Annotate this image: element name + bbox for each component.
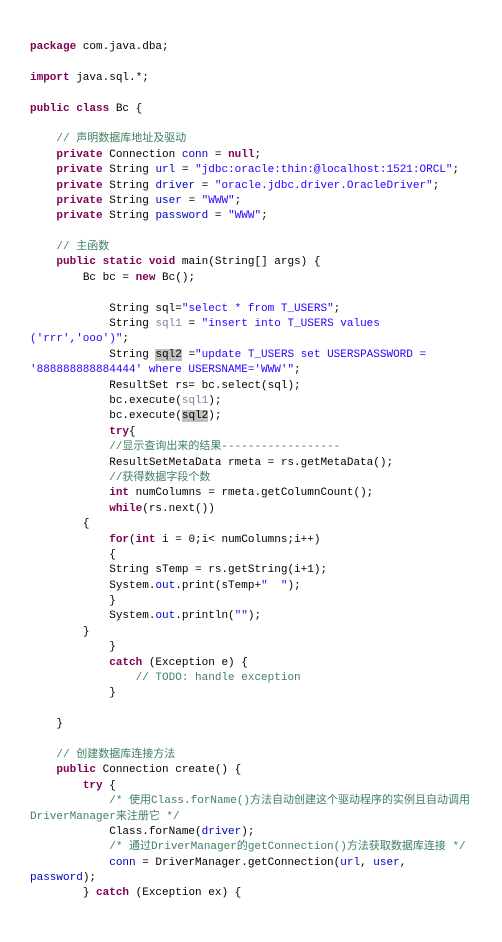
comment: // 主函数	[30, 241, 109, 253]
comment: // 创建数据库连接方法	[30, 749, 175, 761]
comment: //显示查询出来的结果------------------	[30, 441, 340, 453]
kw: import	[30, 72, 70, 84]
code-block: package com.java.dba; import java.sql.*;…	[30, 40, 472, 902]
comment: // 声明数据库地址及驱动	[30, 133, 186, 145]
kw: public	[30, 103, 70, 115]
comment: /* 使用Class.forName()方法自动创建这个驱动程序的实例且自动调用…	[30, 795, 470, 822]
kw: package	[30, 41, 76, 53]
comment: // TODO: handle exception	[30, 672, 301, 684]
comment: /* 通过DriverManager的getConnection()方法获取数据…	[30, 841, 466, 853]
comment: //获得数据字段个数	[30, 472, 210, 484]
kw: class	[70, 103, 110, 115]
